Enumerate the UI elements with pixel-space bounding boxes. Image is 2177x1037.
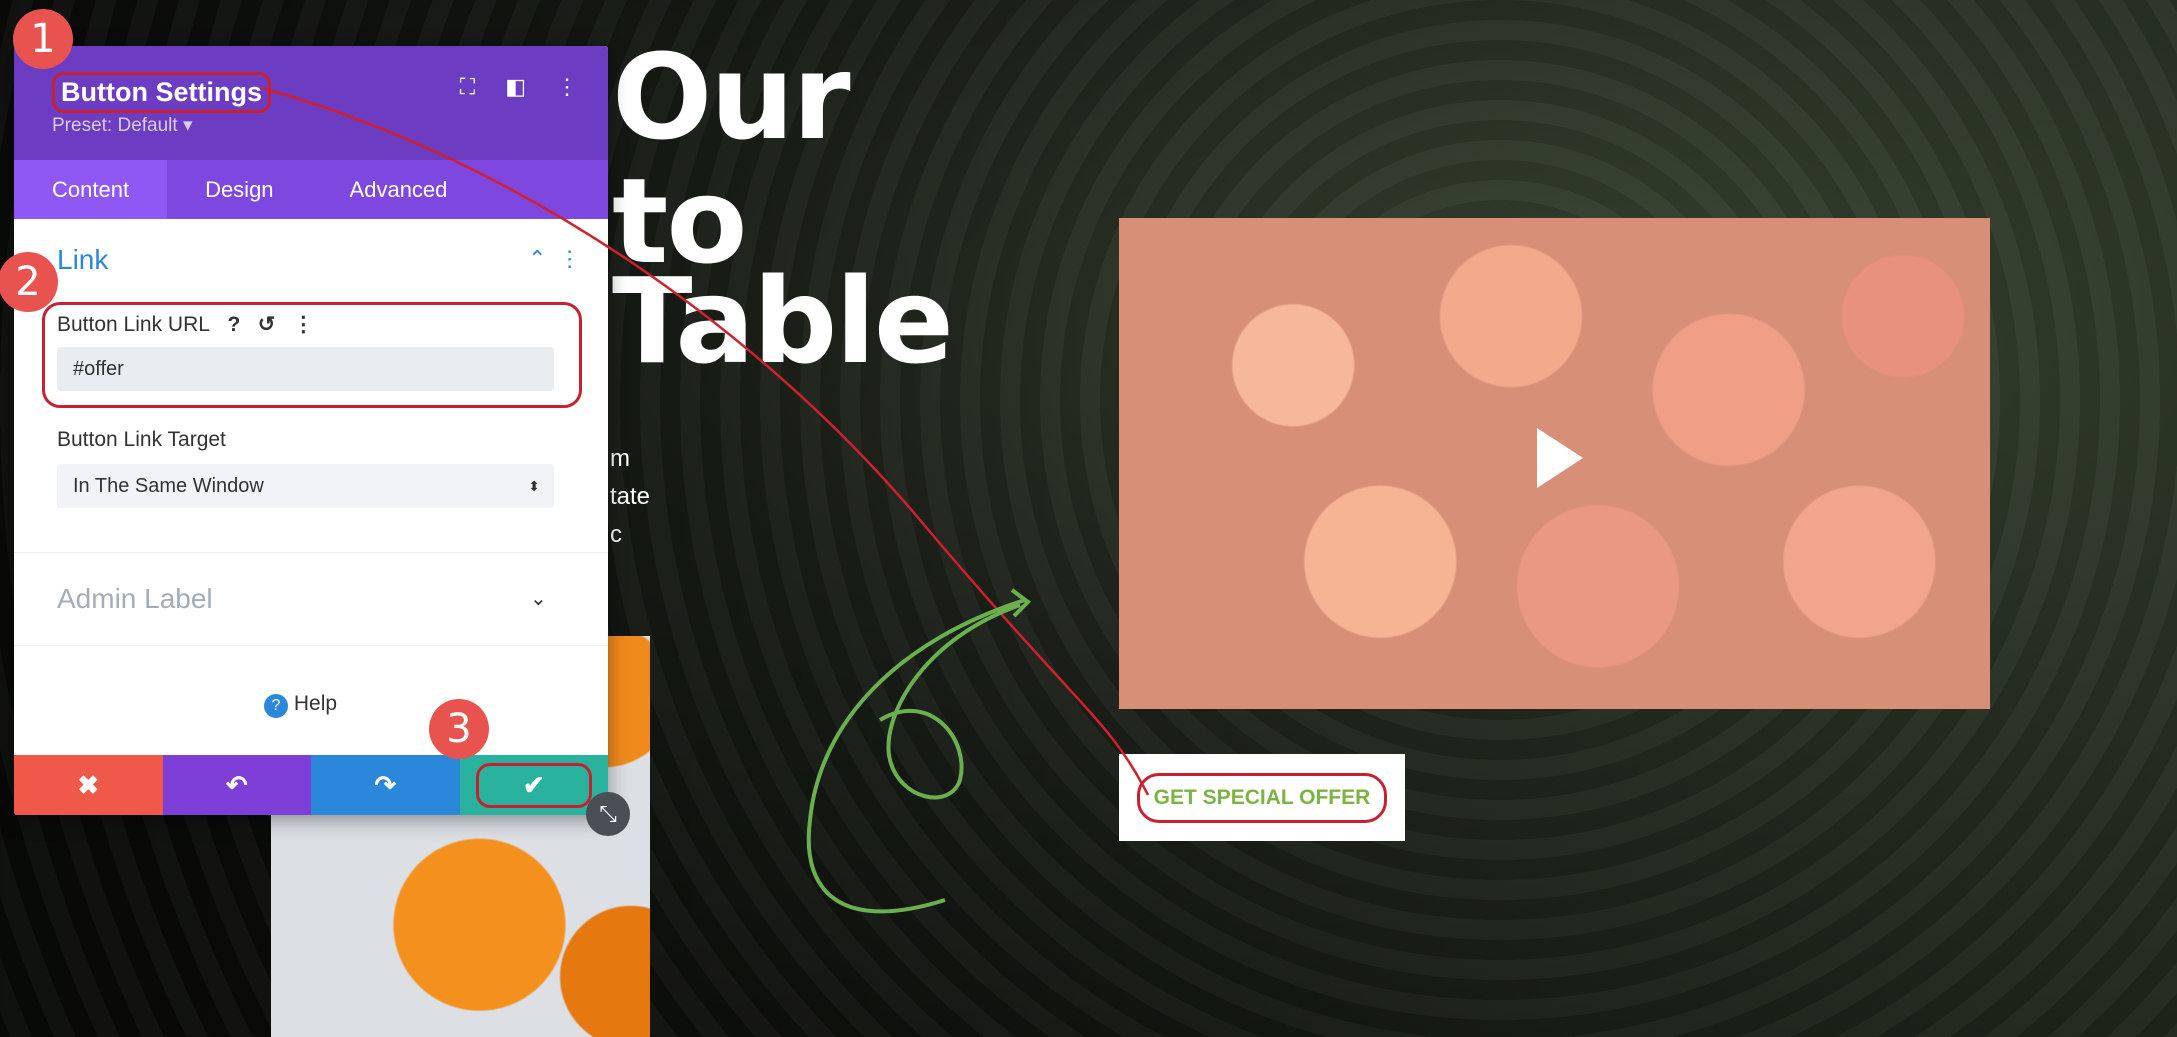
green-swirl-arrow	[806, 598, 1026, 914]
annotation-arrow-line	[261, 86, 1150, 796]
annotation-badge-1: 1	[13, 9, 73, 69]
annotation-badge-2: 2	[0, 252, 58, 312]
annotation-badge-3: 3	[429, 699, 489, 759]
annotation-overlay	[261, 86, 1150, 914]
